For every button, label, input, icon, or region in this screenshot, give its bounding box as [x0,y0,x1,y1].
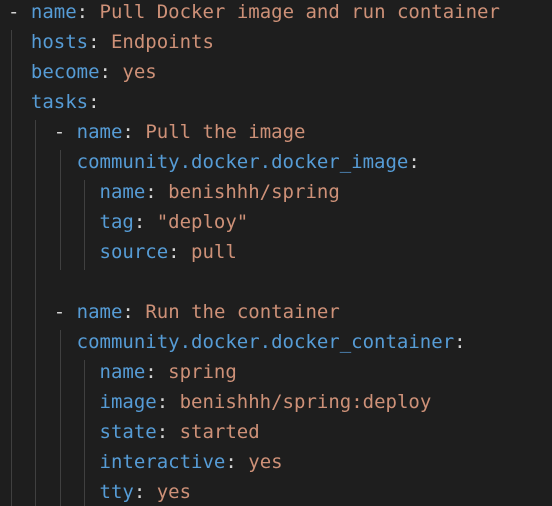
yaml-key: state [99,421,157,443]
key-separator: : [156,391,180,413]
code-line[interactable]: tty: yes [8,477,192,506]
code-line[interactable]: source: pull [8,237,237,267]
yaml-key: name [30,1,77,23]
key-separator: : [156,421,180,443]
code-line[interactable]: tag: "deploy" [8,207,249,237]
yaml-value: yes [156,481,192,503]
key-separator: : [168,241,192,263]
yaml-key: hosts [30,31,89,53]
yaml-key: name [76,121,123,143]
yaml-value: started [179,421,260,443]
code-line[interactable]: - name: Pull the image [8,117,306,147]
code-line[interactable]: community.docker.docker_image: [8,147,420,177]
key-separator: : [88,91,100,113]
key-separator: : [133,211,157,233]
list-dash: - [53,301,77,323]
yaml-value: benishhh/spring:deploy [179,391,432,413]
yaml-value: Pull the image [145,121,306,143]
yaml-key: tty [99,481,134,503]
yaml-key: name [76,301,123,323]
yaml-key: name [99,181,146,203]
yaml-key: become [30,61,100,83]
key-separator: : [122,121,146,143]
code-line[interactable]: tasks: [8,87,100,117]
yaml-value: yes [122,61,157,83]
key-separator: : [145,181,169,203]
code-editor[interactable]: - name: Pull Docker image and run contai… [0,0,552,506]
code-line[interactable]: interactive: yes [8,447,283,477]
yaml-value: Endpoints [110,31,214,53]
yaml-value: yes [248,451,283,473]
code-line[interactable]: name: spring [8,357,237,387]
code-line[interactable]: name: benishhh/spring [8,177,340,207]
code-line[interactable]: - name: Pull Docker image and run contai… [8,0,500,27]
code-line[interactable]: become: yes [8,57,157,87]
key-separator: : [454,331,466,353]
yaml-key: tasks [30,91,89,113]
yaml-value: spring [168,361,237,383]
key-separator: : [88,31,111,53]
yaml-key: name [99,361,146,383]
code-line[interactable]: hosts: Endpoints [8,27,214,57]
code-line[interactable]: image: benishhh/spring:deploy [8,387,432,417]
key-separator: : [145,361,169,383]
list-dash: - [8,1,31,23]
list-dash: - [53,121,77,143]
yaml-key: source [99,241,169,263]
yaml-value: pull [191,241,237,263]
yaml-key: tag [99,211,134,233]
yaml-key: image [99,391,157,413]
yaml-key: community.docker.docker_container [76,331,455,353]
yaml-key: interactive [99,451,226,473]
code-line[interactable]: - name: Run the container [8,297,340,327]
key-separator: : [76,1,100,23]
yaml-key: community.docker.docker_image [76,151,409,173]
yaml-value: Pull Docker image and run container [99,1,500,23]
yaml-value: benishhh/spring [168,181,340,203]
key-separator: : [122,301,146,323]
code-line[interactable]: community.docker.docker_container: [8,327,466,357]
yaml-value: "deploy" [156,211,249,233]
key-separator: : [99,61,123,83]
key-separator: : [408,151,420,173]
key-separator: : [133,481,157,503]
key-separator: : [225,451,249,473]
yaml-value: Run the container [145,301,340,323]
code-line[interactable]: state: started [8,417,260,447]
